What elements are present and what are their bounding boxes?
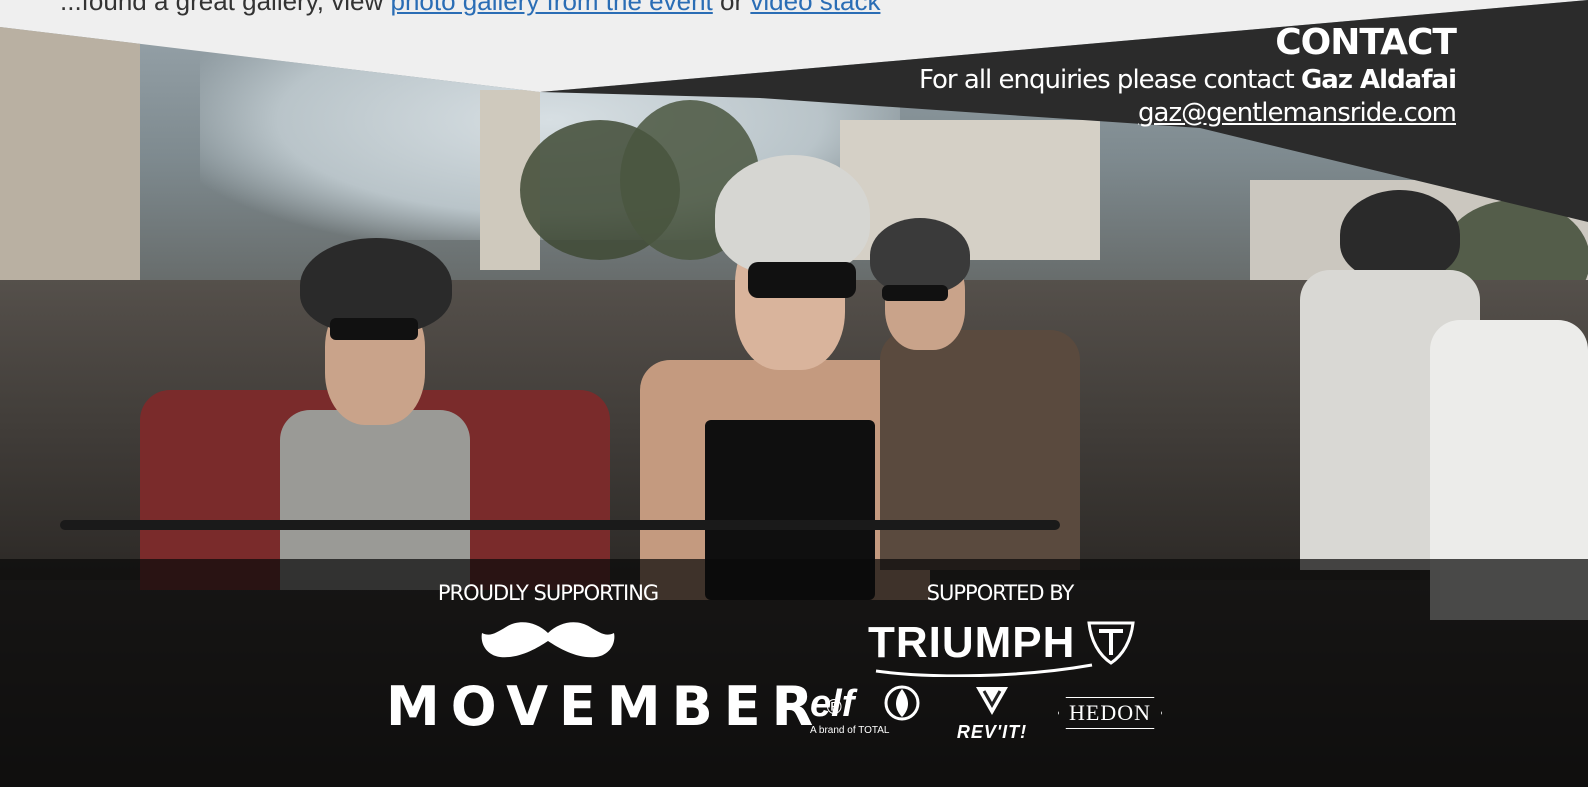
rider-right-helmet: [870, 218, 970, 293]
rider-helmet-far-right: [1340, 190, 1460, 280]
moustache-icon: [481, 622, 615, 658]
contact-heading: CONTACT: [1275, 22, 1457, 63]
movember-text: MOVEMBER: [386, 675, 825, 738]
secondary-sponsors: elf A brand of TOTAL REV'IT! HEDON: [810, 685, 1190, 755]
sponsors-bar: PROUDLY SUPPORTING MOVEMBER® SUPPORTED B…: [0, 559, 1588, 787]
building-left: [0, 20, 140, 280]
contact-intro: For all enquiries please contact Gaz Ald…: [919, 64, 1457, 96]
rider-center-helmet: [715, 155, 870, 275]
photo-gallery-link[interactable]: photo gallery from the event: [390, 0, 712, 16]
hedon-text: HEDON: [1058, 697, 1162, 729]
supported-by-label: SUPPORTED BY: [926, 581, 1075, 605]
contact-name: Gaz Aldafai: [1300, 65, 1457, 95]
revit-logo[interactable]: REV'IT!: [942, 685, 1042, 743]
rider-center-shades: [748, 262, 856, 298]
top-text-sep: or: [720, 0, 744, 16]
elf-subtitle: A brand of TOTAL: [810, 725, 890, 736]
rider-right-shades: [882, 285, 948, 301]
elf-drop-icon: [884, 685, 920, 721]
video-stack-link[interactable]: video stack: [750, 0, 880, 16]
revit-shield-icon: [976, 687, 1008, 715]
proudly-supporting-label: PROUDLY SUPPORTING: [437, 581, 659, 605]
contact-email-link[interactable]: gaz@gentlemansride.com: [1138, 96, 1457, 130]
top-text-line: ...found a great gallery, view photo gal…: [60, 0, 880, 17]
triumph-text: TRIUMPH: [868, 618, 1076, 667]
triumph-swoosh: [875, 663, 1093, 677]
movember-logo-text[interactable]: MOVEMBER®: [386, 680, 844, 734]
triumph-logo[interactable]: TRIUMPH: [810, 619, 1190, 679]
rider-left-shades: [330, 318, 418, 340]
hedon-logo[interactable]: HEDON: [1058, 697, 1162, 729]
triumph-shield-icon: [1087, 621, 1135, 665]
elf-text: elf: [810, 683, 855, 725]
supported-by-column: SUPPORTED BY TRIUMPH elf A brand of TOTA…: [810, 559, 1190, 755]
elf-logo[interactable]: elf A brand of TOTAL: [810, 685, 925, 736]
rider-right-body: [880, 330, 1080, 570]
handlebar: [60, 520, 1060, 530]
contact-intro-text: For all enquiries please contact: [919, 65, 1295, 95]
top-text-prefix: ...found a great gallery, view: [60, 0, 384, 16]
contact-section: CONTACT For all enquiries please contact…: [919, 22, 1457, 130]
proudly-supporting-column: PROUDLY SUPPORTING MOVEMBER®: [386, 559, 844, 734]
revit-text: REV'IT!: [956, 722, 1028, 742]
